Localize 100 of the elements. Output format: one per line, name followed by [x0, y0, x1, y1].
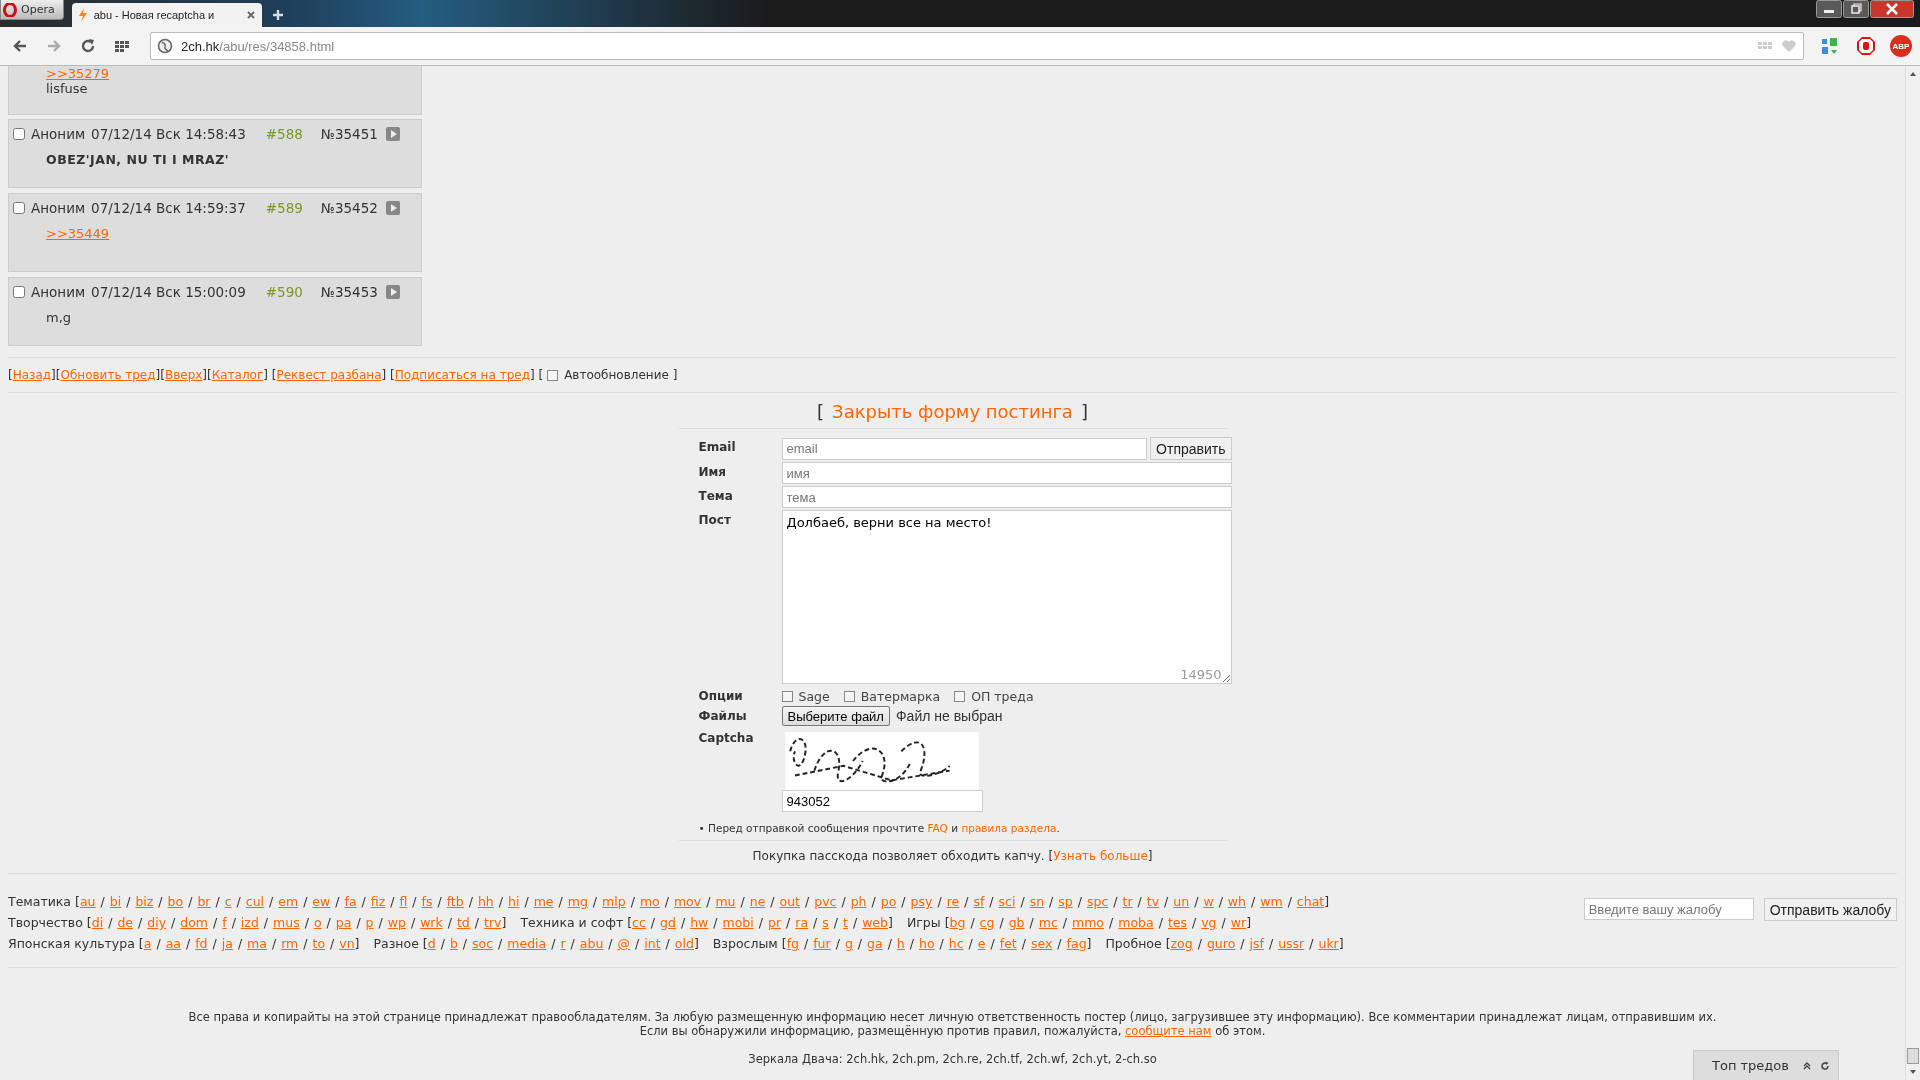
thread-nav-link[interactable]: Назад — [12, 368, 52, 382]
board-link[interactable]: abu — [579, 936, 604, 951]
board-link[interactable]: bo — [167, 894, 184, 909]
complaint-field[interactable]: Введите вашу жалобу — [1583, 898, 1754, 920]
board-link[interactable]: r — [560, 936, 566, 951]
board-link[interactable]: mc — [1038, 915, 1058, 930]
board-link[interactable]: mobi — [722, 915, 754, 930]
board-link[interactable]: d — [427, 936, 436, 951]
board-link[interactable]: s — [822, 915, 829, 930]
play-icon[interactable] — [385, 285, 400, 299]
board-link[interactable]: sf — [973, 894, 985, 909]
board-link[interactable]: td — [456, 915, 470, 930]
plus-icon[interactable] — [271, 9, 284, 21]
board-link[interactable]: re — [946, 894, 960, 909]
board-link[interactable]: gb — [1008, 915, 1025, 930]
close-window-icon[interactable] — [1870, 0, 1914, 18]
post-number[interactable]: #590 — [265, 284, 303, 300]
scroll-thumb[interactable] — [1907, 1048, 1919, 1064]
board-link[interactable]: p — [365, 915, 374, 930]
board-link[interactable]: bi — [109, 894, 122, 909]
board-link[interactable]: cc — [632, 915, 646, 930]
thread-nav-link[interactable]: Обновить тред — [60, 368, 156, 382]
board-link[interactable]: h — [896, 936, 905, 951]
board-link[interactable]: to — [312, 936, 326, 951]
board-link[interactable]: fd — [195, 936, 208, 951]
learn-more-link[interactable]: Узнать больше — [1053, 849, 1148, 863]
auto-update-checkbox[interactable]: Автообновление — [547, 368, 669, 382]
board-link[interactable]: cul — [245, 894, 265, 909]
board-link[interactable]: soc — [472, 936, 494, 951]
translate-icon[interactable] — [1820, 36, 1840, 56]
board-link[interactable]: wrk — [420, 915, 443, 930]
board-link[interactable]: ho — [919, 936, 935, 951]
board-link[interactable]: fet — [999, 936, 1017, 951]
restore-icon[interactable] — [1843, 0, 1869, 18]
board-link[interactable]: bg — [949, 915, 966, 930]
board-link[interactable]: ne — [749, 894, 766, 909]
board-link[interactable]: vg — [1201, 915, 1217, 930]
board-link[interactable]: cg — [979, 915, 995, 930]
board-link[interactable]: wr — [1230, 915, 1247, 930]
thread-nav-link[interactable]: Вверх — [164, 368, 203, 382]
play-icon[interactable] — [385, 127, 400, 141]
board-link[interactable]: au — [79, 894, 96, 909]
board-link[interactable]: rm — [281, 936, 299, 951]
thread-nav-link[interactable]: Каталог — [211, 368, 264, 382]
board-link[interactable]: chat — [1296, 894, 1325, 909]
board-link[interactable]: ftb — [446, 894, 464, 909]
board-link[interactable]: ussr — [1278, 936, 1305, 951]
thread-nav-link[interactable]: Реквест разбана — [276, 368, 382, 382]
board-link[interactable]: o — [313, 915, 322, 930]
board-link[interactable]: po — [880, 894, 897, 909]
board-link[interactable]: fl — [399, 894, 408, 909]
board-link[interactable]: web — [862, 915, 888, 930]
board-link[interactable]: aa — [165, 936, 181, 951]
board-link[interactable]: gd — [660, 915, 676, 930]
back-icon[interactable] — [12, 38, 28, 54]
stop-hand-icon[interactable] — [1856, 36, 1876, 56]
post-number[interactable]: #588 — [265, 126, 303, 142]
board-link[interactable]: f — [222, 915, 227, 930]
opera-menu-button[interactable]: Opera — [0, 0, 64, 20]
board-link[interactable]: out — [779, 894, 801, 909]
choose-file-button[interactable]: Выберите файл — [781, 706, 890, 726]
board-link[interactable]: ma — [247, 936, 267, 951]
board-link[interactable]: mg — [567, 894, 588, 909]
board-link[interactable]: a — [143, 936, 152, 951]
board-link[interactable]: em — [278, 894, 299, 909]
board-link[interactable]: ew — [312, 894, 331, 909]
board-link[interactable]: psy — [910, 894, 933, 909]
board-link[interactable]: int — [644, 936, 661, 951]
chevron-up-icon[interactable] — [1802, 1060, 1812, 1071]
board-link[interactable]: hw — [690, 915, 709, 930]
scrollbar[interactable] — [1905, 66, 1920, 1080]
board-link[interactable]: diy — [147, 915, 167, 930]
name-field[interactable]: имя — [781, 462, 1232, 484]
board-link[interactable]: mu — [715, 894, 736, 909]
report-link[interactable]: сообщите нам — [1125, 1024, 1212, 1038]
board-link[interactable]: mlp — [602, 894, 626, 909]
board-link[interactable]: hc — [948, 936, 964, 951]
post-checkbox[interactable] — [13, 202, 25, 214]
board-link[interactable]: fg — [786, 936, 799, 951]
post-number[interactable]: #589 — [265, 200, 303, 216]
board-link[interactable]: br — [197, 894, 211, 909]
board-link[interactable]: moba — [1118, 915, 1154, 930]
close-icon[interactable] — [245, 10, 256, 20]
board-link[interactable]: sex — [1030, 936, 1053, 951]
board-link[interactable]: mmo — [1072, 915, 1105, 930]
board-link[interactable]: wh — [1227, 894, 1246, 909]
board-link[interactable]: c — [224, 894, 232, 909]
option-checkbox[interactable]: Ватермарка — [843, 689, 941, 704]
subject-field[interactable]: тема — [781, 486, 1232, 508]
send-complaint-button[interactable]: Отправить жалобу — [1763, 898, 1897, 921]
thread-nav-link[interactable]: Подписаться на тред — [394, 368, 530, 382]
board-link[interactable]: sp — [1058, 894, 1073, 909]
board-link[interactable]: un — [1173, 894, 1190, 909]
option-checkbox[interactable]: Sage — [781, 689, 830, 704]
board-link[interactable]: fag — [1066, 936, 1087, 951]
board-link[interactable]: dom — [180, 915, 208, 930]
option-checkbox[interactable]: ОП треда — [954, 689, 1034, 704]
board-link[interactable]: mo — [639, 894, 660, 909]
board-link[interactable]: biz — [135, 894, 154, 909]
board-link[interactable]: spc — [1087, 894, 1109, 909]
